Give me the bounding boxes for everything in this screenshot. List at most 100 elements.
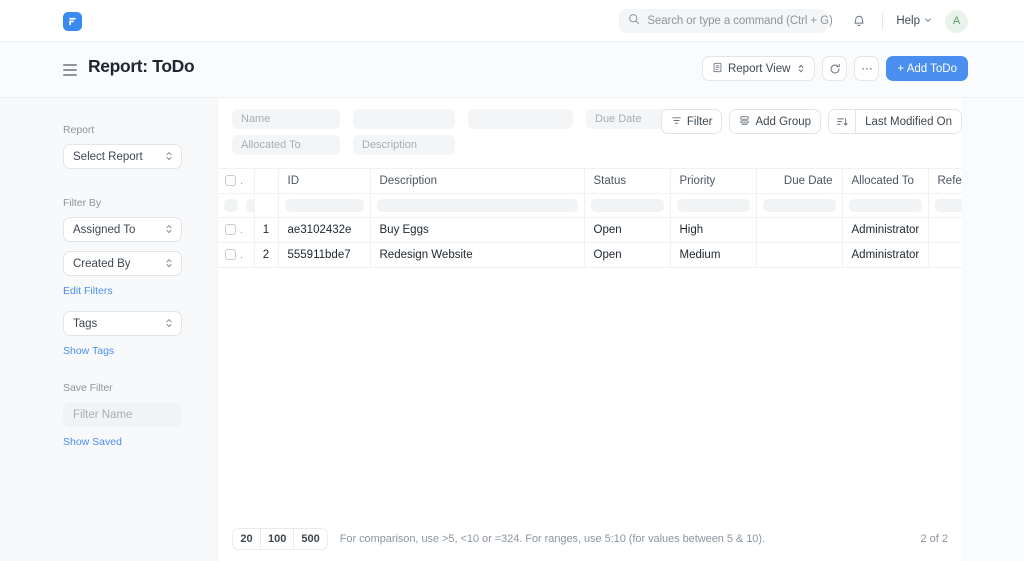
report-panel: Name Due Date Allocated To Description [218, 98, 962, 561]
select-report-dropdown[interactable]: Select Report [63, 144, 182, 169]
chevron-down-icon [924, 15, 932, 27]
column-filter-allocated-to[interactable] [842, 194, 928, 218]
app-root: Search or type a command (Ctrl + G) Help… [0, 0, 1024, 561]
cell-status[interactable]: Open [584, 218, 670, 243]
column-filter-description[interactable] [370, 194, 584, 218]
sort-control[interactable]: Last Modified On [828, 109, 962, 134]
search-placeholder-text: Search or type a command (Ctrl + G) [647, 15, 832, 27]
tags-value: Tags [73, 318, 97, 330]
assigned-to-value: Assigned To [73, 224, 135, 236]
row-index: 1 [254, 218, 278, 243]
search-icon [628, 12, 640, 30]
hamburger-menu-icon[interactable] [63, 64, 77, 76]
filter-input-allocated-to[interactable]: Allocated To [232, 135, 340, 155]
navbar-divider [882, 13, 883, 30]
add-group-button[interactable]: Add Group [729, 109, 821, 134]
column-header-priority[interactable]: Priority [670, 169, 756, 194]
chevron-up-down-icon [165, 257, 173, 272]
cell-description[interactable]: Redesign Website [370, 243, 584, 268]
report-view-button[interactable]: Report View [702, 56, 815, 81]
cell-reference[interactable] [928, 243, 962, 268]
row-checkbox[interactable] [225, 249, 236, 260]
page-body: Report Select Report Filter By Assigned … [0, 98, 1024, 561]
frappe-logo-icon[interactable] [63, 12, 82, 31]
cell-id[interactable]: ae3102432e [278, 218, 370, 243]
select-all-checkbox[interactable] [225, 175, 236, 186]
sidebar-save-filter-label: Save Filter [63, 382, 192, 394]
column-filter-id[interactable] [278, 194, 370, 218]
chevron-up-down-icon [797, 63, 805, 74]
header-dot-cell: . [240, 169, 254, 194]
avatar[interactable]: A [945, 10, 968, 33]
filter-name-input[interactable]: Filter Name [63, 402, 182, 427]
column-header-status[interactable]: Status [584, 169, 670, 194]
column-header-reference[interactable]: Reference [928, 169, 962, 194]
document-icon [712, 62, 723, 76]
column-filter-due-date[interactable] [756, 194, 842, 218]
sidebar: Report Select Report Filter By Assigned … [0, 98, 218, 561]
created-by-dropdown[interactable]: Created By [63, 251, 182, 276]
cell-priority[interactable]: High [670, 218, 756, 243]
page-size-500[interactable]: 500 [294, 529, 326, 549]
cell-allocated-to[interactable]: Administrator [842, 243, 928, 268]
filter-area: Name Due Date Allocated To Description [218, 98, 962, 168]
report-view-label: Report View [728, 63, 790, 75]
column-header-due-date[interactable]: Due Date [756, 169, 842, 194]
cell-status[interactable]: Open [584, 243, 670, 268]
filter-cell-dot [240, 194, 254, 218]
show-tags-link[interactable]: Show Tags [63, 345, 192, 357]
more-options-button[interactable]: ··· [854, 56, 879, 81]
filter-input-name[interactable]: Name [232, 109, 340, 129]
table-filter-row [218, 194, 962, 218]
filter-input-blank-2[interactable] [468, 109, 573, 129]
sort-descending-icon[interactable] [829, 110, 856, 133]
filter-row-2: Allocated To Description [232, 135, 455, 155]
column-header-description[interactable]: Description [370, 169, 584, 194]
page-title: Report: ToDo [88, 56, 194, 77]
table-row[interactable]: . 2 555911bde7 Redesign Website Open Med… [218, 243, 962, 268]
cell-description[interactable]: Buy Eggs [370, 218, 584, 243]
column-filter-priority[interactable] [670, 194, 756, 218]
column-filter-status[interactable] [584, 194, 670, 218]
filter-input-blank-1[interactable] [353, 109, 455, 129]
cell-reference[interactable] [928, 218, 962, 243]
refresh-icon[interactable] [822, 56, 847, 81]
row-checkbox-cell [218, 243, 240, 268]
assigned-to-dropdown[interactable]: Assigned To [63, 217, 182, 242]
help-menu[interactable]: Help [896, 15, 932, 27]
bell-icon[interactable] [849, 10, 869, 32]
column-header-id[interactable]: ID [278, 169, 370, 194]
tags-dropdown[interactable]: Tags [63, 311, 182, 336]
filter-icon [671, 115, 682, 129]
row-dot-cell: . [240, 243, 254, 268]
filter-row-1: Name Due Date [232, 109, 686, 129]
column-header-allocated-to[interactable]: Allocated To [842, 169, 928, 194]
cell-due-date[interactable] [756, 218, 842, 243]
cell-priority[interactable]: Medium [670, 243, 756, 268]
row-dot-cell: . [240, 218, 254, 243]
add-todo-button[interactable]: + Add ToDo [886, 56, 968, 81]
select-all-checkbox-cell [218, 169, 240, 194]
cell-allocated-to[interactable]: Administrator [842, 218, 928, 243]
sort-field-label[interactable]: Last Modified On [856, 116, 961, 128]
top-navbar: Search or type a command (Ctrl + G) Help… [0, 0, 1024, 42]
row-checkbox[interactable] [225, 224, 236, 235]
table-footer: 20 100 500 For comparison, use >5, <10 o… [218, 517, 962, 561]
filter-cell-check [218, 194, 240, 218]
filter-button[interactable]: Filter [661, 109, 723, 134]
cell-due-date[interactable] [756, 243, 842, 268]
cell-id[interactable]: 555911bde7 [278, 243, 370, 268]
page-size-100[interactable]: 100 [261, 529, 294, 549]
edit-filters-link[interactable]: Edit Filters [63, 285, 192, 297]
navbar-right-group: Search or type a command (Ctrl + G) Help… [619, 0, 968, 42]
sidebar-filter-by-label: Filter By [63, 197, 192, 209]
filter-input-description[interactable]: Description [353, 135, 455, 155]
group-icon [739, 115, 750, 129]
show-saved-link[interactable]: Show Saved [63, 436, 192, 448]
search-input[interactable]: Search or type a command (Ctrl + G) [619, 9, 827, 33]
table-row[interactable]: . 1 ae3102432e Buy Eggs Open High Admini… [218, 218, 962, 243]
row-checkbox-cell [218, 218, 240, 243]
column-filter-reference[interactable] [928, 194, 962, 218]
page-size-20[interactable]: 20 [233, 529, 261, 549]
created-by-value: Created By [73, 258, 131, 270]
